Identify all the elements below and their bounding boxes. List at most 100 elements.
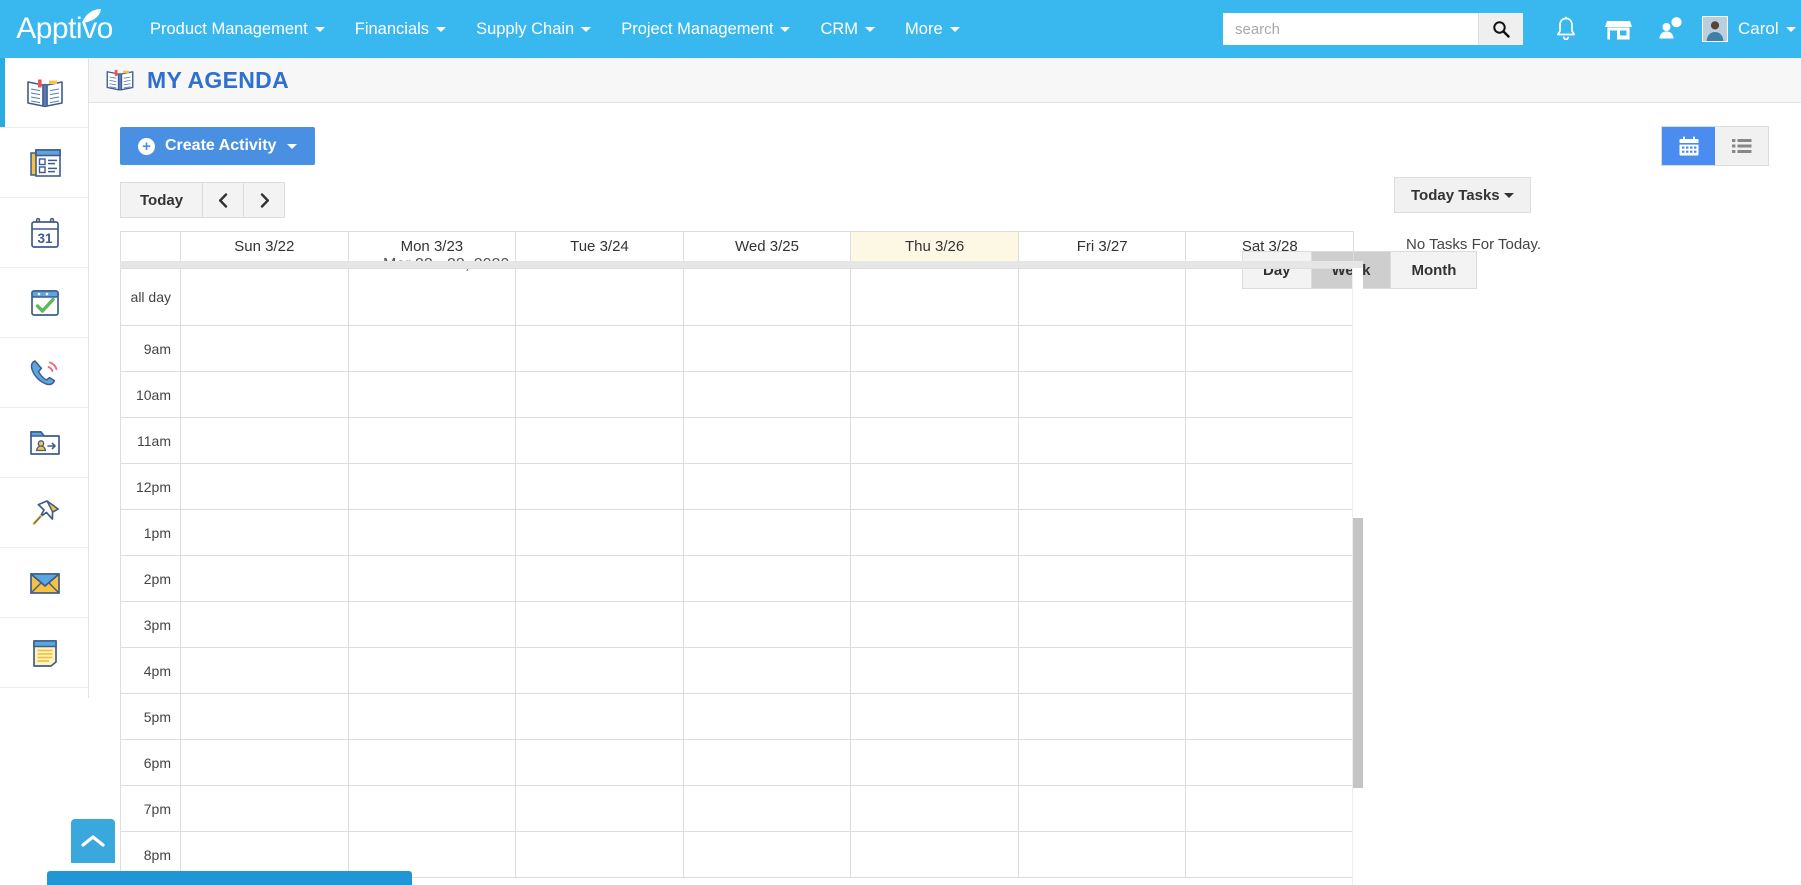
time-slot-cell[interactable] (684, 464, 852, 510)
time-slot-cell[interactable] (851, 418, 1019, 464)
create-activity-button[interactable]: + Create Activity (120, 127, 315, 165)
time-slot-cell[interactable] (349, 740, 517, 786)
time-slot-cell[interactable] (1019, 832, 1187, 878)
sidebar-item-pins[interactable] (0, 478, 89, 548)
time-slot-cell[interactable] (851, 694, 1019, 740)
time-slot-cell[interactable] (349, 326, 517, 372)
nav-item-more[interactable]: More (890, 0, 975, 58)
time-slot-cell[interactable] (1019, 372, 1187, 418)
nav-item-product-management[interactable]: Product Management (135, 0, 340, 58)
time-slot-cell[interactable] (349, 464, 517, 510)
sidebar-item-tasks[interactable] (0, 268, 89, 338)
time-slot-cell[interactable] (349, 556, 517, 602)
time-slot-cell[interactable] (851, 648, 1019, 694)
time-slot-cell[interactable] (349, 786, 517, 832)
time-slot-cell[interactable] (851, 510, 1019, 556)
time-slot-cell[interactable] (684, 694, 852, 740)
sidebar-item-agenda[interactable] (0, 58, 89, 128)
sidebar-item-email[interactable] (0, 548, 89, 618)
time-slot-cell[interactable] (181, 602, 349, 648)
time-slot-cell[interactable] (684, 786, 852, 832)
time-slot-cell[interactable] (1019, 786, 1187, 832)
time-slot-cell[interactable] (851, 556, 1019, 602)
apptivo-logo[interactable]: Apptivo (0, 0, 125, 58)
time-slot-cell[interactable] (684, 648, 852, 694)
time-slot-cell[interactable] (684, 832, 852, 878)
time-slot-cell[interactable] (516, 740, 684, 786)
bottom-chat-bar[interactable] (47, 871, 412, 885)
time-slot-cell[interactable] (181, 786, 349, 832)
day-header-tue[interactable]: Tue 3/24 (516, 232, 684, 261)
time-slot-cell[interactable] (684, 510, 852, 556)
sidebar-item-calendar[interactable]: 31 (0, 198, 89, 268)
time-slot-cell[interactable] (516, 510, 684, 556)
nav-item-supply-chain[interactable]: Supply Chain (461, 0, 606, 58)
list-view-button[interactable] (1715, 127, 1768, 165)
day-header-wed[interactable]: Wed 3/25 (684, 232, 852, 261)
scroll-to-top-button[interactable] (71, 819, 115, 863)
time-slot-cell[interactable] (1186, 786, 1354, 832)
time-slot-cell[interactable] (851, 832, 1019, 878)
time-slot-cell[interactable] (516, 418, 684, 464)
search-button[interactable] (1478, 13, 1523, 45)
time-slot-cell[interactable] (349, 372, 517, 418)
time-slot-cell[interactable] (181, 372, 349, 418)
time-slot-cell[interactable] (1019, 648, 1187, 694)
sidebar-item-calls[interactable] (0, 338, 89, 408)
time-slot-cell[interactable] (516, 556, 684, 602)
sidebar-item-news[interactable] (0, 128, 89, 198)
all-day-cell[interactable] (1019, 269, 1187, 326)
time-slot-cell[interactable] (1186, 418, 1354, 464)
time-slot-cell[interactable] (516, 648, 684, 694)
time-slot-cell[interactable] (181, 418, 349, 464)
calendar-scrollbar[interactable] (1352, 268, 1363, 885)
all-day-cell[interactable] (851, 269, 1019, 326)
next-week-button[interactable] (243, 182, 285, 218)
time-slot-cell[interactable] (1186, 740, 1354, 786)
time-slot-cell[interactable] (349, 648, 517, 694)
day-header-sun[interactable]: Sun 3/22 (181, 232, 349, 261)
sidebar-item-notes[interactable] (0, 618, 89, 688)
time-slot-cell[interactable] (1186, 694, 1354, 740)
time-slot-cell[interactable] (516, 694, 684, 740)
time-slot-cell[interactable] (516, 464, 684, 510)
all-day-cell[interactable] (516, 269, 684, 326)
time-slot-cell[interactable] (1019, 602, 1187, 648)
time-slot-cell[interactable] (181, 464, 349, 510)
time-slot-cell[interactable] (1019, 464, 1187, 510)
time-slot-cell[interactable] (516, 786, 684, 832)
time-slot-cell[interactable] (684, 740, 852, 786)
month-view-button[interactable]: Month (1391, 252, 1476, 288)
time-slot-cell[interactable] (349, 510, 517, 556)
time-slot-cell[interactable] (684, 326, 852, 372)
time-slot-cell[interactable] (851, 464, 1019, 510)
time-slot-cell[interactable] (1019, 418, 1187, 464)
nav-item-project-management[interactable]: Project Management (606, 0, 805, 58)
time-slot-cell[interactable] (1186, 372, 1354, 418)
today-tasks-dropdown[interactable]: Today Tasks (1394, 177, 1531, 213)
time-slot-cell[interactable] (851, 326, 1019, 372)
calendar-view-button[interactable] (1662, 127, 1715, 165)
prev-week-button[interactable] (202, 182, 244, 218)
time-slot-cell[interactable] (349, 602, 517, 648)
today-button[interactable]: Today (120, 182, 203, 218)
time-slot-cell[interactable] (181, 326, 349, 372)
time-slot-cell[interactable] (1186, 556, 1354, 602)
time-slot-cell[interactable] (181, 510, 349, 556)
search-input[interactable] (1223, 13, 1478, 45)
calendar-scrollbar-thumb[interactable] (1353, 518, 1363, 788)
time-slot-cell[interactable] (851, 786, 1019, 832)
time-slot-cell[interactable] (516, 832, 684, 878)
user-menu[interactable]: Carol (1696, 0, 1801, 58)
time-slot-cell[interactable] (851, 740, 1019, 786)
time-slot-cell[interactable] (1019, 556, 1187, 602)
time-slot-cell[interactable] (1186, 510, 1354, 556)
time-slot-cell[interactable] (1019, 326, 1187, 372)
day-header-fri[interactable]: Fri 3/27 (1019, 232, 1187, 261)
all-day-cell[interactable] (181, 269, 349, 326)
time-slot-cell[interactable] (851, 602, 1019, 648)
time-slot-cell[interactable] (349, 418, 517, 464)
time-slot-cell[interactable] (684, 602, 852, 648)
time-slot-cell[interactable] (1186, 602, 1354, 648)
time-slot-cell[interactable] (1186, 832, 1354, 878)
